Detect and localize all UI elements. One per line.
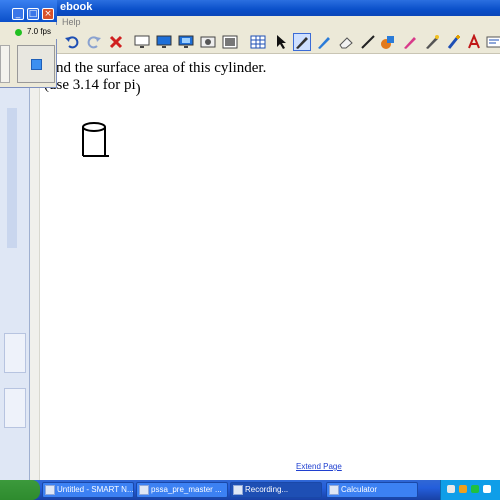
redo-icon[interactable] [85, 33, 103, 51]
text-icon[interactable] [465, 33, 483, 51]
problem-line-2-paren: ) [135, 81, 141, 97]
properties-icon[interactable] [485, 33, 500, 51]
taskbar-item-active[interactable]: Recording... [230, 482, 322, 498]
fill-icon[interactable] [401, 33, 419, 51]
select-arrow-icon[interactable] [273, 33, 291, 51]
problem-line-2: (use 3.14 for pi) [44, 77, 141, 97]
tray-icon[interactable] [447, 485, 455, 493]
app-icon [329, 485, 339, 495]
tray-icon[interactable] [483, 485, 491, 493]
taskbar: Untitled - SMART N... pssa_pre_master ..… [0, 480, 500, 500]
side-scrollbar[interactable] [7, 108, 17, 248]
recorder-aux-button[interactable] [0, 45, 10, 83]
extend-page-link[interactable]: Extend Page [296, 462, 342, 471]
vertical-scrollbar[interactable] [30, 54, 40, 480]
minimize-button[interactable]: _ [12, 8, 24, 20]
recorder-title-bar: _ □ × [0, 0, 57, 22]
eraser-icon[interactable] [337, 33, 355, 51]
taskbar-item[interactable]: Calculator [326, 482, 418, 498]
problem-line-1: nd the surface area of this cylinder. [56, 60, 267, 76]
recorder-window: _ □ × 7.0 fps [0, 0, 57, 88]
title-bar: ebook [0, 0, 500, 16]
menu-bar: Help [0, 16, 500, 30]
app-icon [139, 485, 149, 495]
maximize-button[interactable]: □ [27, 8, 39, 20]
stop-icon [31, 59, 42, 70]
app-window: ebook Help nd the surface area of this c… [0, 0, 500, 500]
recording-status-icon [15, 29, 22, 36]
screen-shade-icon[interactable] [133, 33, 151, 51]
creative-pen-icon[interactable] [315, 33, 333, 51]
tray-icon[interactable] [459, 485, 467, 493]
start-button[interactable] [0, 480, 40, 500]
whiteboard-canvas[interactable] [40, 54, 500, 480]
undo-icon[interactable] [63, 33, 81, 51]
close-button[interactable]: × [42, 8, 54, 20]
fps-label: 7.0 fps [26, 27, 51, 36]
cylinder-drawing [82, 122, 109, 157]
taskbar-item[interactable]: Untitled - SMART N... [42, 482, 134, 498]
camera-icon[interactable] [199, 33, 217, 51]
pen-icon[interactable] [293, 33, 311, 51]
line-icon[interactable] [359, 33, 377, 51]
side-thumbnail[interactable] [4, 388, 26, 428]
window-title: ebook [60, 1, 93, 13]
magic-pen-icon[interactable] [423, 33, 441, 51]
toolbar [55, 30, 500, 54]
taskbar-item[interactable]: pssa_pre_master ... [136, 482, 228, 498]
shapes-icon[interactable] [379, 33, 397, 51]
side-thumbnail[interactable] [4, 333, 26, 373]
magic-wand-icon[interactable] [445, 33, 463, 51]
stop-button[interactable] [17, 45, 55, 83]
gallery-icon[interactable] [221, 33, 239, 51]
menu-help[interactable]: Help [62, 17, 81, 27]
page-sorter-panel [0, 88, 30, 480]
app-icon [45, 485, 55, 495]
app-icon [233, 485, 243, 495]
screen-capture-icon[interactable] [177, 33, 195, 51]
table-icon[interactable] [249, 33, 267, 51]
recorder-status: 7.0 fps [0, 25, 57, 39]
system-tray [440, 480, 500, 500]
delete-icon[interactable] [107, 33, 125, 51]
display-icon[interactable] [155, 33, 173, 51]
tray-icon[interactable] [471, 485, 479, 493]
problem-line-2-text: (use 3.14 for pi [44, 77, 136, 93]
